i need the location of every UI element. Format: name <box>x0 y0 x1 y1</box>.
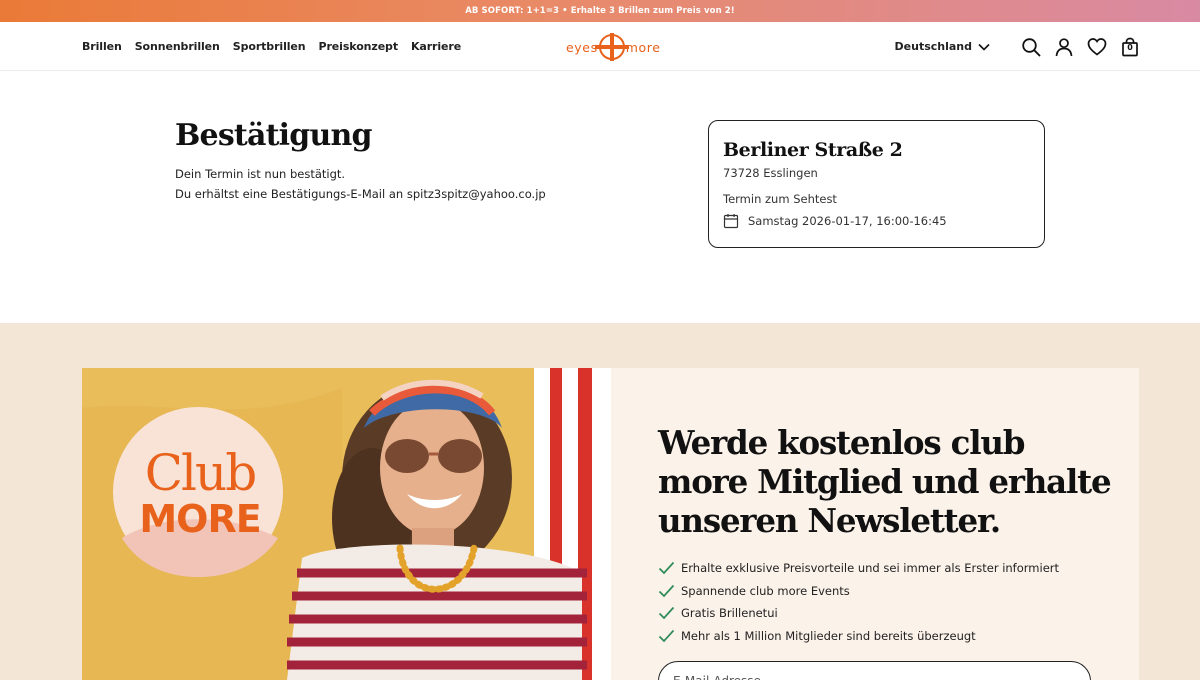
appointment-type: Termin zum Sehtest <box>723 192 837 206</box>
nav-sportbrillen[interactable]: Sportbrillen <box>233 40 306 53</box>
club-more-badge: Club MORE <box>130 448 270 538</box>
newsletter-title: Werde kostenlos club more Mitglied und e… <box>658 423 1112 540</box>
chevron-down-icon <box>978 43 990 51</box>
logo-word-left: eyes <box>566 39 598 55</box>
promo-text: AB SOFORT: 1+1=3 • Erhalte 3 Brillen zum… <box>465 6 735 16</box>
benefit-item: Spannende club more Events <box>658 580 1059 603</box>
appointment-datetime: Samstag 2026-01-17, 16:00-16:45 <box>748 214 947 228</box>
store-street: Berliner Straße 2 <box>723 139 903 161</box>
check-icon <box>658 607 675 620</box>
badge-more-text: MORE <box>139 497 261 541</box>
confirmation-email-notice: Du erhältst eine Bestätigungs-E-Mail an … <box>175 187 546 201</box>
nav-preiskonzept[interactable]: Preiskonzept <box>319 40 399 53</box>
logo-plus-icon <box>594 33 629 61</box>
main-nav: Brillen Sonnenbrillen Sportbrillen Preis… <box>82 22 461 71</box>
country-selector[interactable]: Deutschland <box>895 40 990 53</box>
confirmation-message: Dein Termin ist nun bestätigt. <box>175 167 346 181</box>
check-icon <box>658 562 675 575</box>
benefit-item: Gratis Brillenetui <box>658 602 1059 625</box>
club-more-newsletter-section: Club MORE Werde kostenlos club more Mitg… <box>0 323 1200 680</box>
site-header: Brillen Sonnenbrillen Sportbrillen Preis… <box>0 22 1200 71</box>
account-icon[interactable] <box>1054 37 1074 57</box>
eyes-more-logo[interactable]: eyes more <box>566 32 666 62</box>
promo-banner[interactable]: AB SOFORT: 1+1=3 • Erhalte 3 Brillen zum… <box>0 0 1200 22</box>
appointment-datetime-row: Samstag 2026-01-17, 16:00-16:45 <box>723 213 1030 229</box>
calendar-icon <box>723 214 739 229</box>
cart-bag-icon[interactable]: 0 <box>1120 37 1140 57</box>
benefit-text: Gratis Brillenetui <box>681 606 778 621</box>
badge-club-text: Club <box>144 444 257 502</box>
logo-word-right: more <box>625 39 661 55</box>
benefit-text: Erhalte exklusive Preisvorteile und sei … <box>681 561 1060 576</box>
cart-count: 0 <box>1127 42 1133 52</box>
benefit-text: Spannende club more Events <box>681 583 850 598</box>
benefit-list: Erhalte exklusive Preisvorteile und sei … <box>658 557 1059 647</box>
search-icon[interactable] <box>1021 37 1041 57</box>
wishlist-heart-icon[interactable] <box>1087 37 1107 57</box>
check-icon <box>658 584 675 597</box>
confirmation-title: Bestätigung <box>175 118 372 153</box>
benefit-item: Erhalte exklusive Preisvorteile und sei … <box>658 557 1059 580</box>
nav-brillen[interactable]: Brillen <box>82 40 122 53</box>
header-actions: Deutschland 0 <box>895 22 1140 71</box>
newsletter-panel: Werde kostenlos club more Mitglied und e… <box>611 368 1139 680</box>
newsletter-email-input[interactable] <box>658 661 1091 680</box>
nav-sonnenbrillen[interactable]: Sonnenbrillen <box>135 40 220 53</box>
check-icon <box>658 629 675 642</box>
benefit-text: Mehr als 1 Million Mitglieder sind berei… <box>681 628 976 643</box>
nav-karriere[interactable]: Karriere <box>411 40 461 53</box>
benefit-item: Mehr als 1 Million Mitglieder sind berei… <box>658 625 1059 648</box>
store-city: 73728 Esslingen <box>723 166 818 180</box>
appointment-store-card: Berliner Straße 2 73728 Esslingen Termin… <box>708 120 1045 248</box>
club-more-hero-image: Club MORE <box>82 368 611 680</box>
country-label: Deutschland <box>894 40 972 53</box>
